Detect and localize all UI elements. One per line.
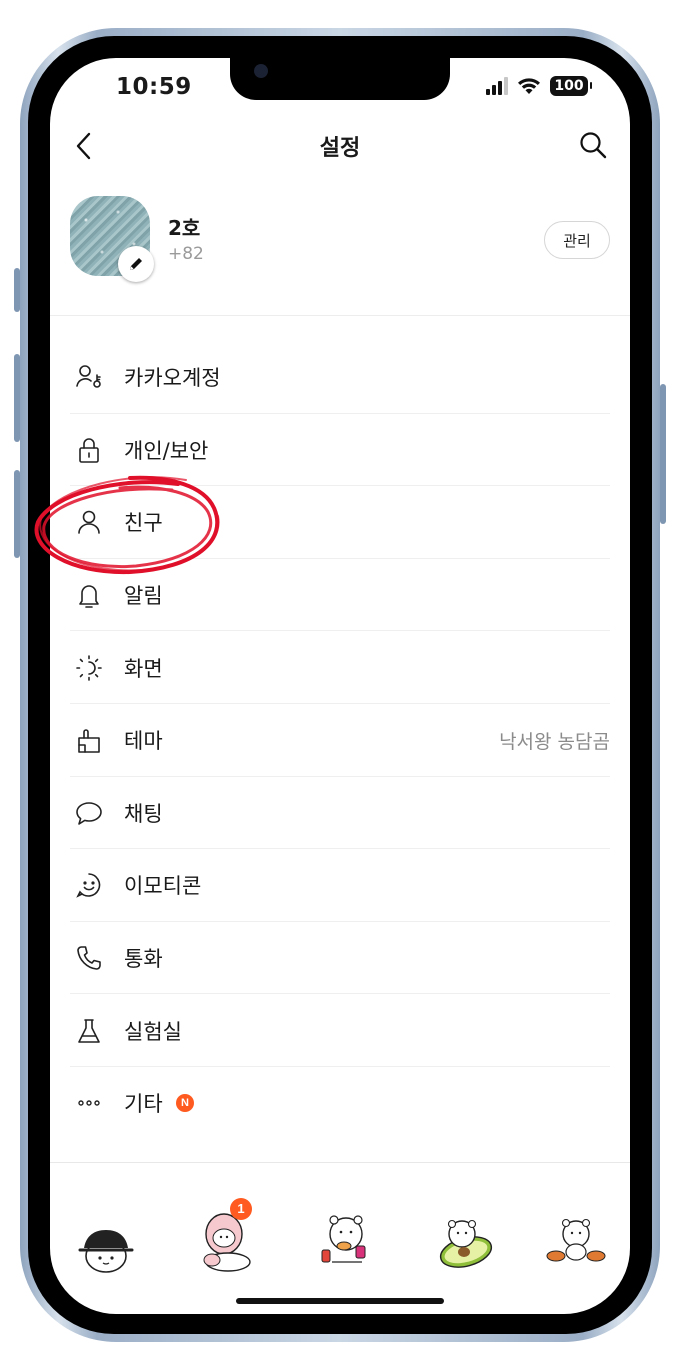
menu-item-chat[interactable]: 채팅 [50,777,630,850]
home-indicator [236,1298,444,1304]
divider [50,1162,630,1163]
mute-switch [14,268,20,312]
menu-item-privacy-security[interactable]: 개인/보안 [50,414,630,487]
theme-brush-icon [74,725,104,755]
menu-item-call[interactable]: 통화 [50,922,630,995]
menu-item-label: 기타 [124,1092,163,1117]
notch [230,58,450,100]
account-key-icon [74,362,104,392]
cellular-signal-icon [486,77,508,95]
profile-phone: +82 [168,244,204,264]
new-badge: N [176,1094,194,1113]
profile-name: 2호 [168,216,201,240]
menu-item-label: 채팅 [124,801,163,826]
pencil-icon[interactable] [118,246,154,282]
menu-item-label: 알림 [124,584,163,609]
power-button [660,384,666,524]
tab-chats[interactable]: 1 [194,1198,264,1278]
manage-button[interactable]: 관리 [544,221,610,259]
brightness-icon [74,653,104,683]
wifi-icon [518,78,540,94]
search-icon[interactable] [578,130,608,160]
menu-item-friends[interactable]: 친구 [50,486,630,559]
tab-more[interactable] [544,1198,614,1278]
tab-bar: 1 [50,1198,630,1278]
tab-shop[interactable] [312,1198,382,1278]
person-icon [74,507,104,537]
battery-indicator: 100 [550,76,592,96]
settings-menu: 카카오계정 개인/보안 친구 알림 화면 테마 낙서왕 농담곰 채팅 이모티콘 … [50,341,630,1140]
bear-more-icon [546,1218,606,1262]
smile-icon [74,870,104,900]
screen: 10:59 100 설정 2호 +82 관리 카카오계정 개인/보안 친구 알림… [50,58,630,1314]
phone-icon [74,943,104,973]
more-dots-icon [74,1088,104,1118]
menu-item-etc[interactable]: 기타 N [50,1067,630,1140]
bear-hat-icon [78,1230,134,1273]
chat-bubble-icon [74,798,104,828]
page-title: 설정 [319,136,361,161]
menu-item-emoticon[interactable]: 이모티콘 [50,849,630,922]
menu-item-lab[interactable]: 실험실 [50,994,630,1067]
menu-item-label: 테마 [124,729,163,754]
divider [50,315,630,316]
menu-item-notifications[interactable]: 알림 [50,559,630,632]
menu-item-kakao-account[interactable]: 카카오계정 [50,341,630,414]
menu-item-label: 화면 [124,656,163,681]
tab-view[interactable] [430,1198,500,1278]
menu-item-label: 이모티콘 [124,874,202,899]
menu-item-label: 카카오계정 [124,366,221,391]
menu-item-display[interactable]: 화면 [50,631,630,704]
bell-icon [74,580,104,610]
menu-item-label: 친구 [124,511,163,536]
menu-item-label: 실험실 [124,1019,182,1044]
volume-down-button [14,470,20,558]
menu-item-theme[interactable]: 테마 낙서왕 농담곰 [50,704,630,777]
lock-icon [74,435,104,465]
bear-avocado-icon [439,1219,493,1268]
menu-item-label: 개인/보안 [124,438,209,463]
status-time: 10:59 [116,74,192,100]
bear-chat-icon [203,1213,251,1272]
flask-icon [74,1016,104,1046]
unread-badge: 1 [230,1198,252,1220]
volume-up-button [14,354,20,442]
tab-friends[interactable] [76,1198,146,1278]
menu-item-label: 통화 [124,947,163,972]
status-indicators: 100 [486,76,592,96]
bear-shop-icon [321,1215,366,1263]
theme-value: 낙서왕 농담곰 [499,730,610,753]
front-camera [254,64,268,78]
